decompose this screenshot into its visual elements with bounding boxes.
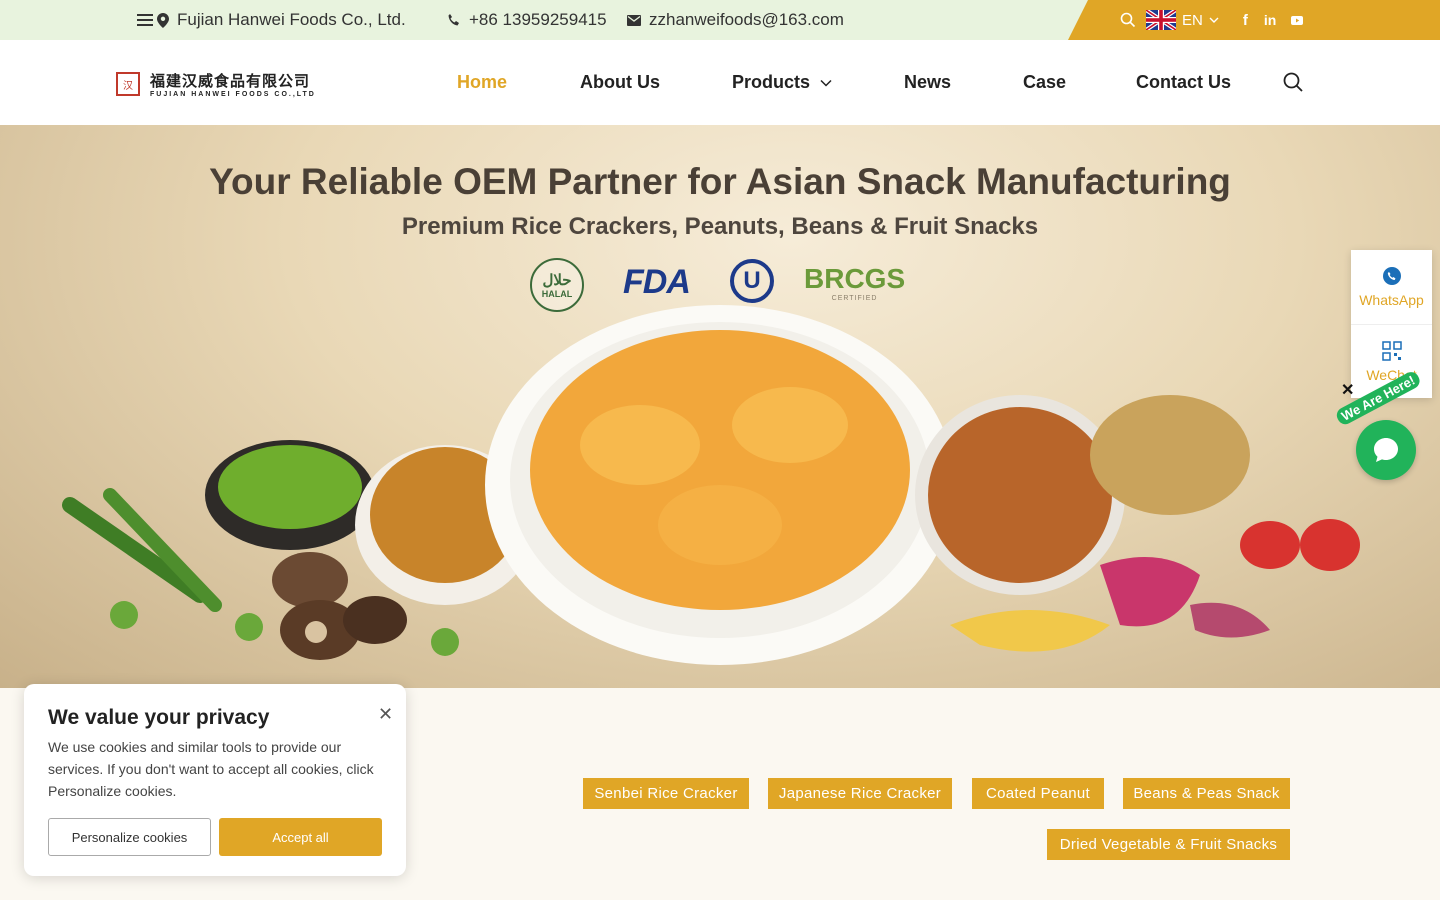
- search-icon[interactable]: [1120, 12, 1136, 28]
- topbar-tools: EN f in: [1120, 0, 1304, 40]
- chevron-down-icon: [1209, 17, 1219, 23]
- contact-side-widget: WhatsApp WeChat: [1351, 250, 1432, 398]
- category-dried-veg-fruit[interactable]: Dried Vegetable & Fruit Snacks: [1047, 829, 1290, 860]
- whatsapp-label: WhatsApp: [1359, 292, 1424, 308]
- nav-about-us[interactable]: About Us: [580, 40, 660, 125]
- qr-code-icon: [1381, 340, 1402, 361]
- menu-icon[interactable]: [137, 13, 153, 27]
- live-chat-button[interactable]: [1356, 420, 1416, 480]
- top-bar: Fujian Hanwei Foods Co., Ltd. +86 139592…: [0, 0, 1440, 40]
- hero-banner[interactable]: Your Reliable OEM Partner for Asian Snac…: [0, 125, 1440, 688]
- company-name: Fujian Hanwei Foods Co., Ltd.: [177, 10, 406, 29]
- category-coated-peanut[interactable]: Coated Peanut: [972, 778, 1104, 809]
- nav-news[interactable]: News: [904, 40, 951, 125]
- nav-home[interactable]: Home: [457, 40, 507, 125]
- category-beans-peas[interactable]: Beans & Peas Snack: [1123, 778, 1290, 809]
- category-senbei[interactable]: Senbei Rice Cracker: [583, 778, 749, 809]
- category-japanese-rice-cracker[interactable]: Japanese Rice Cracker: [768, 778, 952, 809]
- whatsapp-icon: [1382, 267, 1401, 285]
- fda-cert-icon: FDA: [623, 263, 691, 301]
- chevron-down-icon: [820, 79, 832, 87]
- chat-bubble-icon: [1374, 438, 1398, 462]
- phone-contact[interactable]: +86 13959259415: [447, 0, 607, 40]
- cookie-title: We value your privacy: [48, 706, 270, 729]
- close-icon[interactable]: ✕: [378, 704, 393, 725]
- brcgs-label: BRCGS: [804, 263, 906, 294]
- cookie-description: We use cookies and similar tools to prov…: [48, 739, 374, 799]
- nav-contact-us[interactable]: Contact Us: [1136, 40, 1231, 125]
- menu-location[interactable]: Fujian Hanwei Foods Co., Ltd.: [137, 0, 406, 40]
- halal-label: HALAL: [541, 289, 573, 299]
- location-pin-icon: [157, 12, 169, 28]
- uk-flag-icon: [1146, 10, 1176, 30]
- phone-number[interactable]: +86 13959259415: [469, 10, 607, 30]
- language-label: EN: [1182, 11, 1203, 29]
- language-selector[interactable]: EN: [1146, 10, 1219, 30]
- facebook-icon[interactable]: f: [1243, 12, 1248, 29]
- nav-products-label: Products: [732, 72, 811, 92]
- search-icon[interactable]: [1283, 72, 1303, 92]
- accept-all-button[interactable]: Accept all: [219, 818, 382, 856]
- brcgs-sub-label: CERTIFIED: [831, 295, 878, 302]
- hero-subtitle: Premium Rice Crackers, Peanuts, Beans & …: [401, 213, 1039, 240]
- mail-icon: [627, 14, 641, 26]
- nav-products[interactable]: Products: [732, 40, 832, 125]
- brcgs-cert-icon: BRCGS CERTIFIED: [804, 263, 905, 302]
- phone-icon: [448, 14, 459, 26]
- nav-case[interactable]: Case: [1023, 40, 1066, 125]
- kosher-u-cert-icon: U: [730, 259, 774, 303]
- chat-close-icon[interactable]: ✕: [1341, 380, 1354, 400]
- nav-links: Home About Us Products News Case Contact…: [0, 40, 1440, 125]
- personalize-cookies-button[interactable]: Personalize cookies: [48, 818, 211, 856]
- cookie-consent-dialog: We value your privacy ✕ We use cookies a…: [24, 684, 406, 876]
- main-navbar: 汉 福建汉威食品有限公司 FUJIAN HANWEI FOODS CO.,LTD…: [0, 40, 1440, 125]
- linkedin-icon[interactable]: in: [1264, 12, 1276, 28]
- hero-title: Your Reliable OEM Partner for Asian Snac…: [209, 161, 1231, 202]
- hero-food-illustration: [62, 305, 1360, 665]
- email-address[interactable]: zzhanweifoods@163.com: [649, 10, 844, 30]
- youtube-icon[interactable]: [1290, 13, 1304, 27]
- email-contact[interactable]: zzhanweifoods@163.com: [627, 0, 844, 40]
- whatsapp-button[interactable]: WhatsApp: [1351, 250, 1432, 324]
- halal-cert-icon: حلال HALAL: [530, 258, 584, 312]
